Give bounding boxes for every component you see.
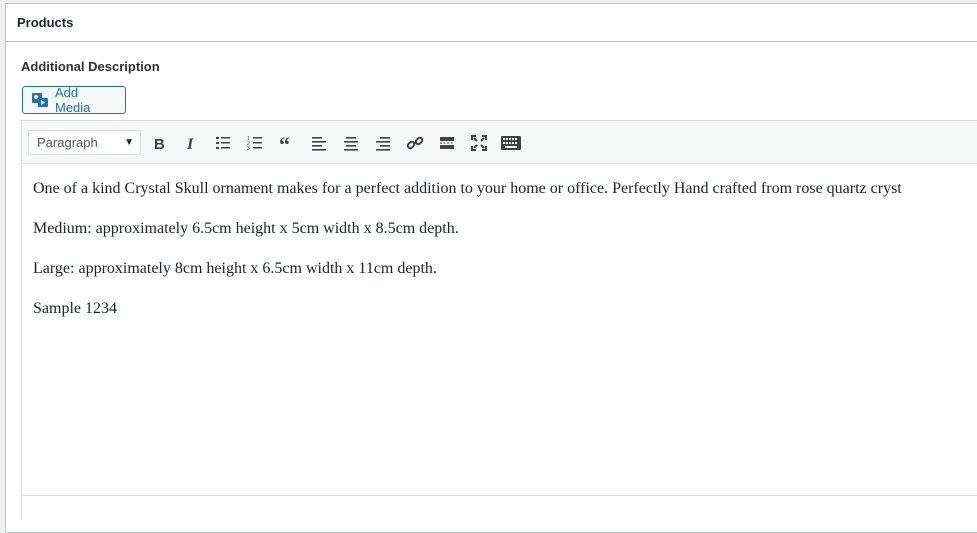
align-left-icon bbox=[311, 135, 327, 151]
products-panel: Products Additional Description Add Medi… bbox=[5, 3, 977, 533]
keyboard-icon bbox=[501, 135, 521, 151]
svg-text:3: 3 bbox=[247, 146, 250, 151]
numbered-list-button[interactable]: 1 2 3 bbox=[243, 131, 267, 155]
bulleted-list-icon bbox=[215, 135, 231, 151]
italic-button[interactable]: I bbox=[179, 131, 203, 155]
svg-text:B: B bbox=[154, 136, 165, 151]
fullscreen-button[interactable] bbox=[467, 131, 491, 155]
link-icon bbox=[406, 134, 424, 152]
content-paragraph: One of a kind Crystal Skull ornament mak… bbox=[33, 180, 902, 197]
format-select[interactable]: Paragraph ▼ bbox=[28, 130, 141, 155]
numbered-list-icon: 1 2 3 bbox=[247, 135, 263, 151]
read-more-button[interactable] bbox=[435, 131, 459, 155]
insert-link-button[interactable] bbox=[403, 131, 427, 155]
bold-icon: B bbox=[151, 135, 167, 151]
editor-status-bar bbox=[22, 495, 977, 521]
panel-title: Products bbox=[6, 4, 977, 42]
rich-text-editor: Paragraph ▼ B I 1 2 3 “ One of a kind Cr… bbox=[21, 120, 977, 521]
blockquote-icon: “ bbox=[279, 135, 295, 151]
additional-description-label: Additional Description bbox=[21, 59, 160, 74]
editor-toolbar: Paragraph ▼ B I 1 2 3 “ bbox=[22, 121, 977, 164]
content-paragraph: Large: approximately 8cm height x 6.5cm … bbox=[33, 260, 437, 277]
bold-button[interactable]: B bbox=[147, 131, 171, 155]
align-right-button[interactable] bbox=[371, 131, 395, 155]
align-center-button[interactable] bbox=[339, 131, 363, 155]
format-select-value: Paragraph bbox=[37, 135, 98, 150]
align-right-icon bbox=[375, 135, 391, 151]
add-media-button[interactable]: Add Media bbox=[22, 85, 126, 115]
editor-content-area[interactable]: One of a kind Crystal Skull ornament mak… bbox=[22, 164, 977, 319]
read-more-icon bbox=[439, 135, 455, 151]
content-paragraph: Medium: approximately 6.5cm height x 5cm… bbox=[33, 220, 459, 237]
content-paragraph: Sample 1234 bbox=[33, 300, 117, 317]
bulleted-list-button[interactable] bbox=[211, 131, 235, 155]
svg-text:“: “ bbox=[279, 135, 290, 151]
svg-text:I: I bbox=[186, 136, 194, 151]
fullscreen-icon bbox=[471, 135, 487, 151]
add-media-label: Add Media bbox=[55, 85, 91, 115]
align-center-icon bbox=[343, 135, 359, 151]
toolbar-toggle-button[interactable] bbox=[499, 131, 523, 155]
add-media-icon bbox=[31, 92, 49, 108]
italic-icon: I bbox=[183, 135, 199, 151]
chevron-down-icon: ▼ bbox=[124, 137, 134, 148]
align-left-button[interactable] bbox=[307, 131, 331, 155]
blockquote-button[interactable]: “ bbox=[275, 131, 299, 155]
